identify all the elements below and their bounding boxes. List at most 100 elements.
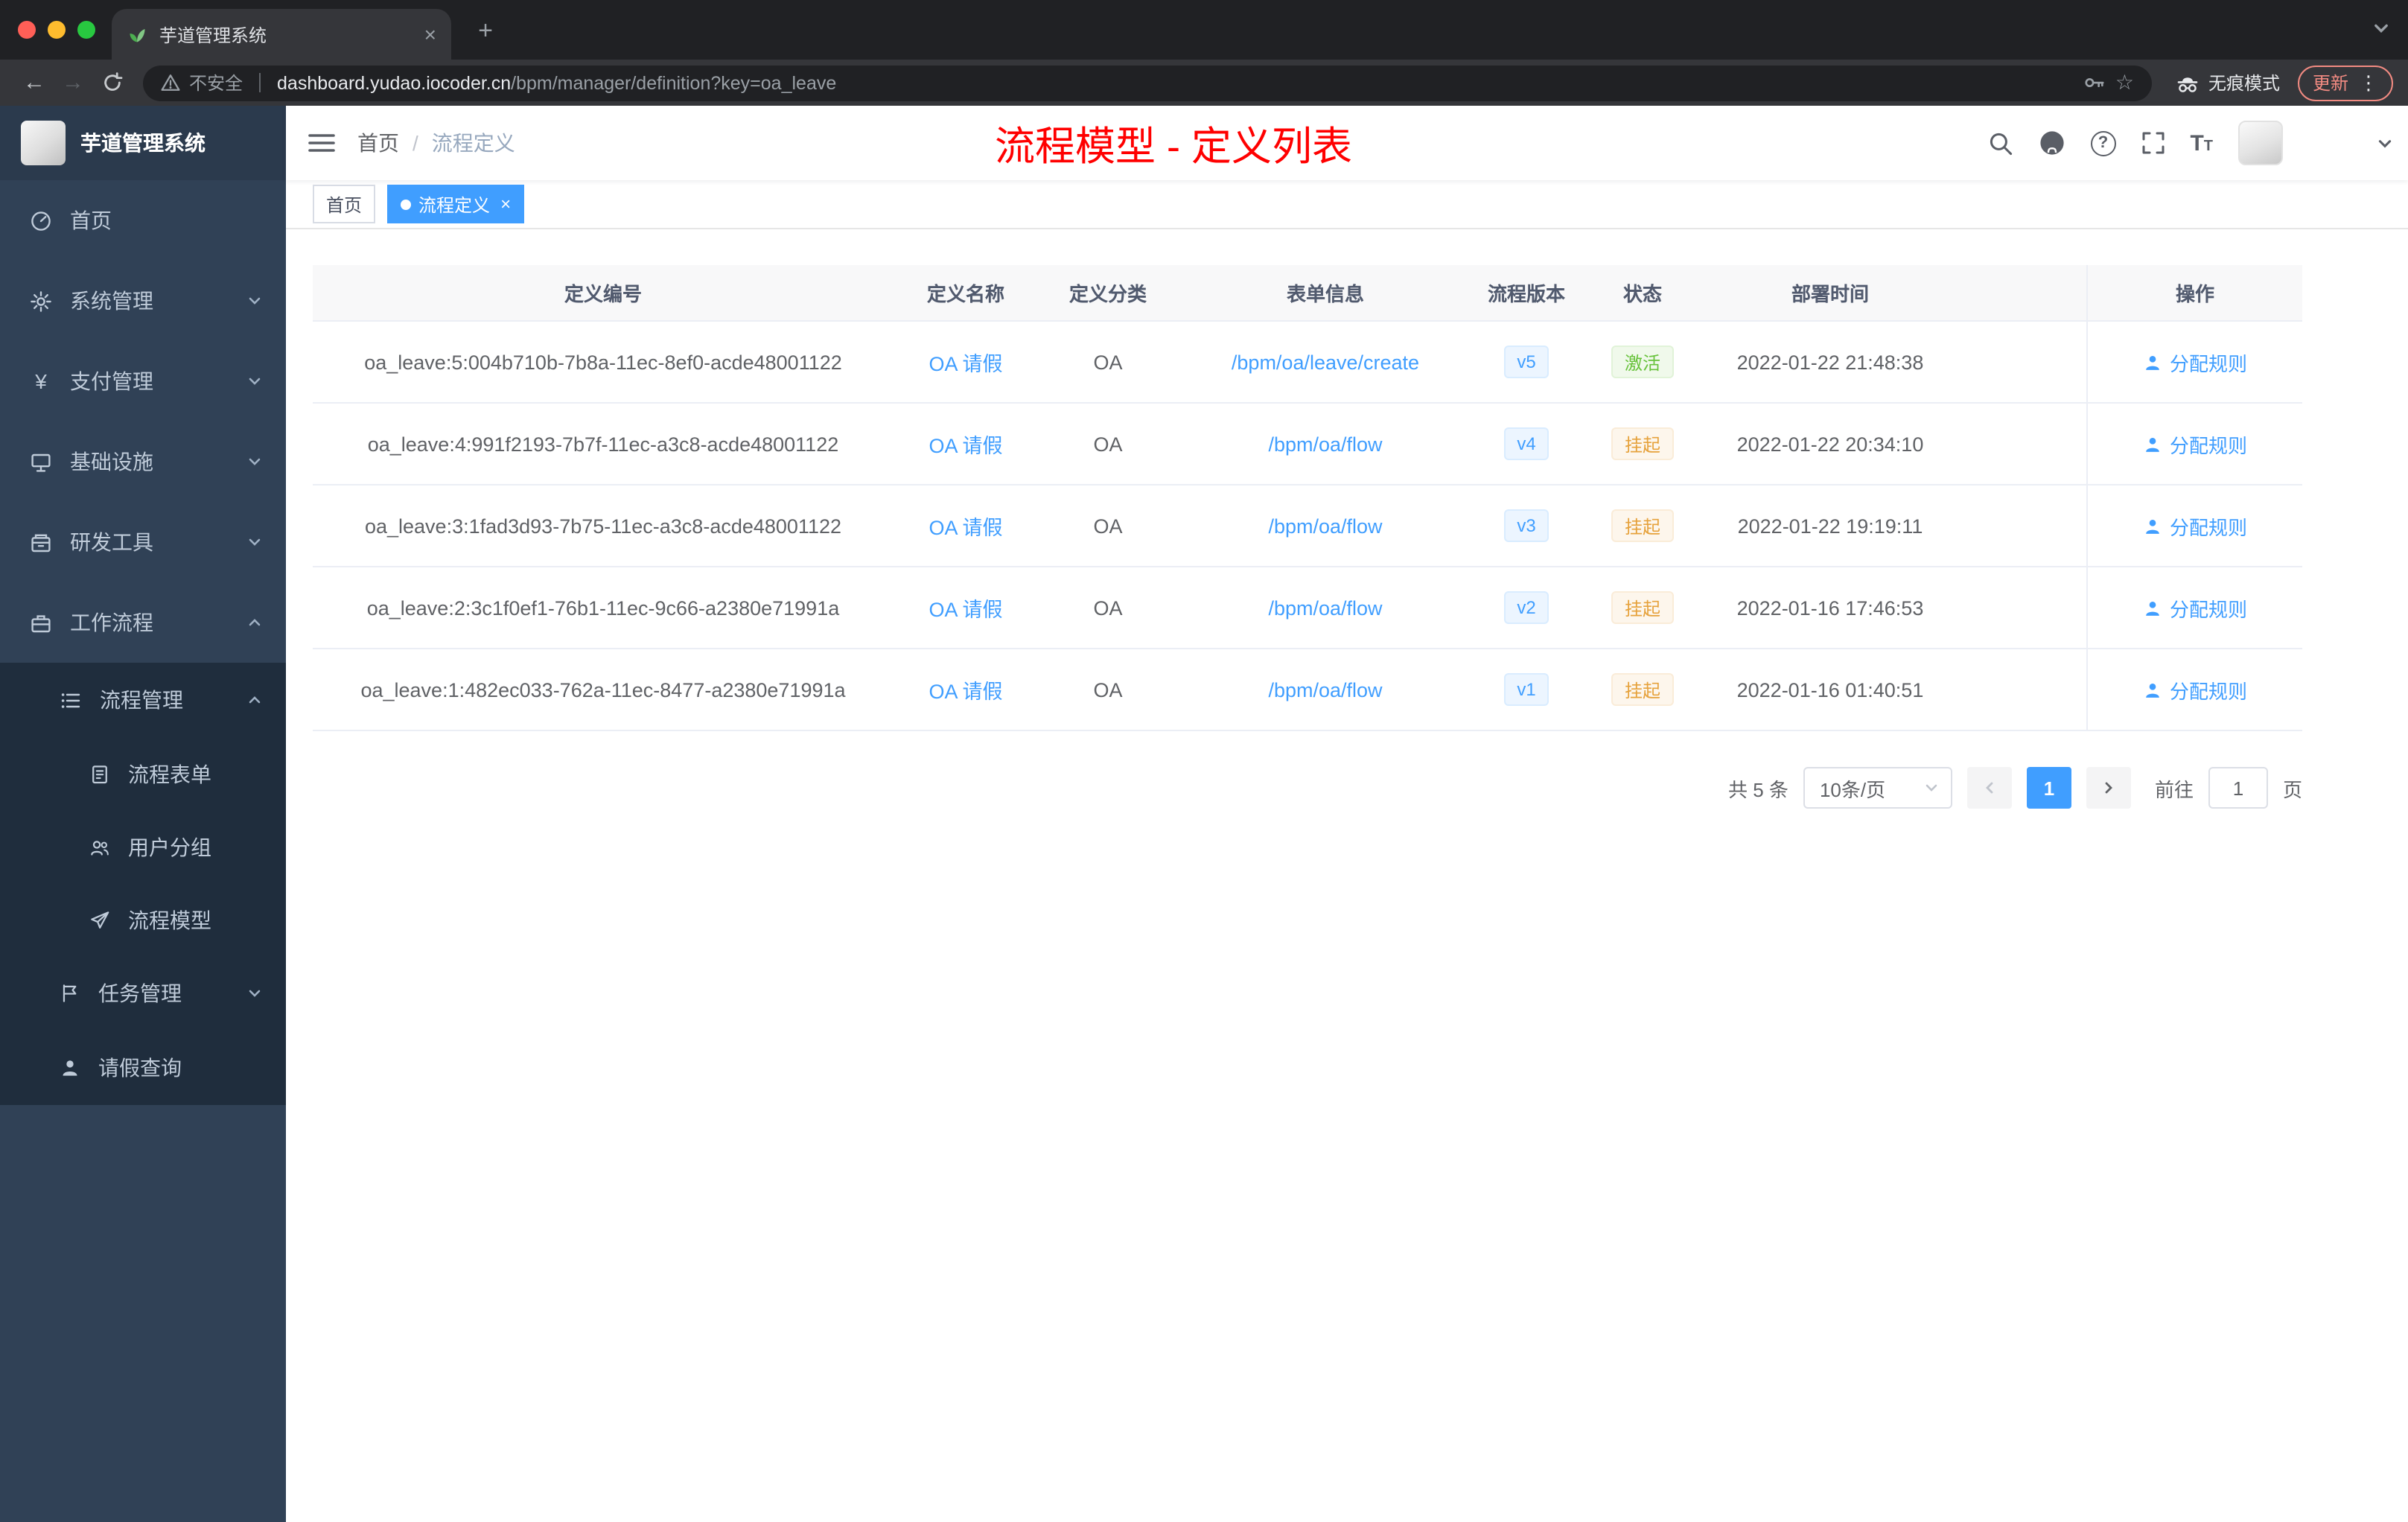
assign-rule-link[interactable]: 分配规则 bbox=[2143, 675, 2247, 704]
current-page-button[interactable]: 1 bbox=[2026, 767, 2071, 809]
sidebar-item-user-group[interactable]: 用户分组 bbox=[0, 810, 286, 883]
version-tag: v2 bbox=[1503, 591, 1549, 624]
hamburger-icon[interactable] bbox=[286, 131, 357, 155]
forward-icon[interactable]: → bbox=[54, 63, 92, 102]
tag-close-icon[interactable]: × bbox=[500, 195, 511, 213]
sidebar-item-system[interactable]: 系统管理 bbox=[0, 261, 286, 341]
assign-rule-link[interactable]: 分配规则 bbox=[2143, 593, 2247, 622]
page-size-select[interactable]: 10条/页 bbox=[1803, 767, 1952, 809]
table-row: oa_leave:5:004b710b-7b8a-11ec-8ef0-acde4… bbox=[313, 322, 2302, 404]
col-spacer bbox=[1955, 567, 2086, 648]
window-controls bbox=[0, 21, 119, 39]
prev-page-button[interactable] bbox=[1966, 767, 2012, 809]
sidebar-item-label: 首页 bbox=[70, 208, 112, 232]
col-header: 表单信息 bbox=[1286, 283, 1364, 305]
form-link[interactable]: /bpm/oa/flow bbox=[1268, 515, 1382, 537]
cell-definition-id: oa_leave:4:991f2193-7b7f-11ec-a3c8-acde4… bbox=[367, 433, 839, 455]
sidebar-item-payment[interactable]: ¥ 支付管理 bbox=[0, 341, 286, 421]
sidebar-item-label: 用户分组 bbox=[128, 835, 211, 859]
sidebar-item-label: 研发工具 bbox=[70, 530, 153, 554]
user-icon bbox=[2143, 352, 2162, 372]
tab-close-icon[interactable]: × bbox=[424, 24, 436, 45]
sidebar-item-workflow[interactable]: 工作流程 bbox=[0, 582, 286, 663]
tag-process-definition[interactable]: 流程定义 × bbox=[387, 185, 525, 223]
cell-category: OA bbox=[1093, 678, 1123, 701]
sidebar-item-devtools[interactable]: 研发工具 bbox=[0, 502, 286, 582]
definition-table: 定义编号 定义名称 定义分类 表单信息 流程版本 状态 部署时间 操作 oa_l… bbox=[313, 265, 2302, 731]
help-icon[interactable]: ? bbox=[2090, 130, 2116, 156]
cell-definition-id: oa_leave:1:482ec033-762a-11ec-8477-a2380… bbox=[360, 678, 846, 701]
url-text[interactable]: dashboard.yudao.iocoder.cn/bpm/manager/d… bbox=[277, 72, 836, 93]
bookmark-star-icon[interactable]: ☆ bbox=[2115, 70, 2134, 95]
security-label[interactable]: 不安全 bbox=[189, 70, 243, 95]
github-icon[interactable] bbox=[2038, 130, 2065, 156]
cell-definition-id: oa_leave:5:004b710b-7b8a-11ec-8ef0-acde4… bbox=[364, 351, 842, 373]
fullscreen-icon[interactable] bbox=[2141, 131, 2165, 155]
breadcrumb: 首页 / 流程定义 bbox=[357, 128, 515, 158]
goto-page-input[interactable] bbox=[2208, 767, 2268, 809]
update-button[interactable]: 更新 ⋮ bbox=[2297, 65, 2393, 101]
update-label: 更新 bbox=[2312, 73, 2348, 94]
sidebar-item-leave-query[interactable]: 请假查询 bbox=[0, 1031, 286, 1105]
version-tag: v4 bbox=[1503, 427, 1549, 460]
minimize-window-button[interactable] bbox=[48, 21, 66, 39]
definition-name-link[interactable]: OA 请假 bbox=[929, 347, 1002, 377]
sidebar-item-infra[interactable]: 基础设施 bbox=[0, 421, 286, 502]
sidebar: 芋道管理系统 首页 系统管理 ¥ 支付管理 基础设施 研发工具 工作流程 流程管… bbox=[0, 106, 286, 1522]
sidebar-logo[interactable]: 芋道管理系统 bbox=[0, 106, 286, 180]
sidebar-item-task-mgmt[interactable]: 任务管理 bbox=[0, 956, 286, 1031]
cell-category: OA bbox=[1093, 596, 1123, 619]
sidebar-item-label: 工作流程 bbox=[70, 611, 153, 634]
browser-tab[interactable]: 芋道管理系统 × bbox=[112, 9, 451, 60]
sidebar-item-label: 流程管理 bbox=[100, 688, 183, 712]
avatar[interactable] bbox=[2238, 121, 2283, 165]
tag-label: 流程定义 bbox=[418, 194, 491, 215]
zoom-window-button[interactable] bbox=[77, 21, 95, 39]
breadcrumb-home[interactable]: 首页 bbox=[357, 128, 399, 158]
sidebar-item-home[interactable]: 首页 bbox=[0, 180, 286, 261]
assign-rule-link[interactable]: 分配规则 bbox=[2143, 348, 2247, 376]
next-page-button[interactable] bbox=[2086, 767, 2131, 809]
form-link[interactable]: /bpm/oa/flow bbox=[1268, 596, 1382, 619]
definition-name-link[interactable]: OA 请假 bbox=[929, 675, 1002, 704]
close-window-button[interactable] bbox=[18, 21, 36, 39]
dashboard-icon bbox=[30, 209, 52, 232]
form-link[interactable]: /bpm/oa/flow bbox=[1268, 678, 1382, 701]
address-bar[interactable]: 不安全 dashboard.yudao.iocoder.cn/bpm/manag… bbox=[143, 65, 2152, 101]
more-menu-icon[interactable]: ⋮ bbox=[2359, 71, 2378, 95]
search-icon[interactable] bbox=[1987, 130, 2013, 156]
page-content: 定义编号 定义名称 定义分类 表单信息 流程版本 状态 部署时间 操作 oa_l… bbox=[286, 229, 2408, 1522]
avatar-caret-icon[interactable] bbox=[2377, 135, 2393, 151]
form-link[interactable]: /bpm/oa/leave/create bbox=[1232, 351, 1419, 373]
definition-name-link[interactable]: OA 请假 bbox=[929, 593, 1002, 623]
assign-rule-link[interactable]: 分配规则 bbox=[2143, 512, 2247, 540]
tag-home[interactable]: 首页 bbox=[313, 185, 376, 223]
cell-deploy-time: 2022-01-22 19:19:11 bbox=[1737, 515, 1923, 537]
assign-rule-link[interactable]: 分配规则 bbox=[2143, 430, 2247, 458]
app-root: 芋道管理系统 首页 系统管理 ¥ 支付管理 基础设施 研发工具 工作流程 流程管… bbox=[0, 106, 2408, 1522]
active-dot bbox=[401, 199, 412, 209]
col-spacer bbox=[1955, 485, 2086, 566]
chevron-down-icon bbox=[247, 454, 262, 469]
col-header-operation: 操作 bbox=[2086, 265, 2302, 320]
font-size-icon[interactable]: TT bbox=[2190, 130, 2213, 156]
chevron-down-icon bbox=[247, 986, 262, 1001]
sidebar-item-process-mgmt[interactable]: 流程管理 bbox=[0, 663, 286, 737]
sidebar-item-process-model[interactable]: 流程模型 bbox=[0, 883, 286, 956]
new-tab-button[interactable]: + bbox=[468, 13, 503, 49]
back-icon[interactable]: ← bbox=[15, 63, 54, 102]
incognito-badge: 无痕模式 bbox=[2176, 70, 2280, 95]
pagination-total: 共 5 条 bbox=[1728, 778, 1789, 800]
reload-icon[interactable] bbox=[92, 63, 131, 102]
col-header: 流程版本 bbox=[1487, 283, 1565, 305]
tab-search-icon[interactable] bbox=[2372, 19, 2390, 37]
definition-name-link[interactable]: OA 请假 bbox=[929, 511, 1002, 541]
form-link[interactable]: /bpm/oa/flow bbox=[1268, 433, 1382, 455]
browser-toolbar: ← → 不安全 dashboard.yudao.iocoder.cn/bpm/m… bbox=[0, 60, 2408, 106]
list-icon bbox=[60, 689, 82, 711]
definition-name-link[interactable]: OA 请假 bbox=[929, 429, 1002, 459]
col-header: 定义分类 bbox=[1068, 283, 1147, 305]
key-icon[interactable] bbox=[2084, 71, 2106, 94]
sidebar-item-process-form[interactable]: 流程表单 bbox=[0, 737, 286, 810]
monitor-icon bbox=[30, 450, 52, 473]
